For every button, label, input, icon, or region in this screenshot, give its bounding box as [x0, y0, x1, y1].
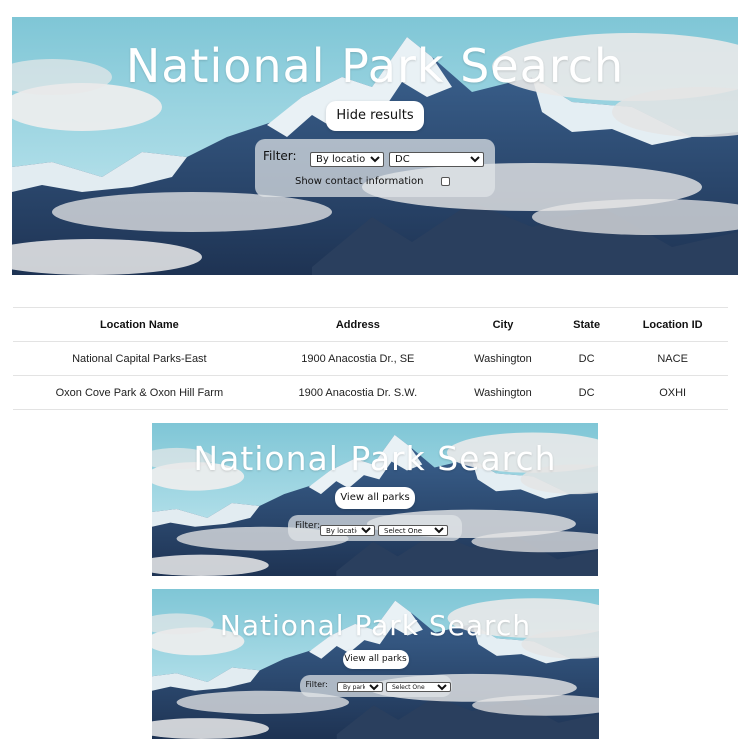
preview-hero-by-location: National Park Search View all parks Filt…	[152, 423, 598, 576]
table-row: National Capital Parks-East 1900 Anacost…	[13, 341, 728, 376]
filter-type-select[interactable]: By park type	[337, 682, 383, 692]
main-hero-banner: National Park Search Hide results Filter…	[12, 17, 738, 275]
filter-panel: Filter: Show contact information	[255, 139, 495, 197]
preview-hero-by-park-type: National Park Search View all parks Filt…	[152, 589, 599, 739]
contact-info-label: Show contact information	[295, 176, 424, 187]
page-title: National Park Search	[125, 39, 625, 93]
cell-city: Washington	[449, 341, 556, 376]
page-title: National Park Search	[193, 439, 557, 478]
view-all-parks-button[interactable]: View all parks	[335, 487, 415, 509]
location-value-select[interactable]: Select One	[378, 525, 448, 536]
cell-location-name: National Capital Parks-East	[13, 341, 266, 376]
filter-label: Filter:	[295, 521, 321, 531]
cell-address: 1900 Anacostia Dr., SE	[265, 341, 450, 376]
cell-location-name: Oxon Cove Park & Oxon Hill Farm	[13, 375, 266, 410]
location-value-select[interactable]: DC	[389, 152, 484, 167]
table-header-row: Location Name Address City State Locatio…	[13, 307, 728, 342]
hide-results-button[interactable]: Hide results	[326, 101, 424, 131]
filter-label: Filter:	[305, 680, 328, 689]
table-row: Oxon Cove Park & Oxon Hill Farm 1900 Ana…	[13, 375, 728, 410]
column-header-location-name: Location Name	[13, 307, 266, 342]
filter-type-select[interactable]: By location:	[320, 525, 375, 536]
cell-state: DC	[555, 341, 618, 376]
cell-address: 1900 Anacostia Dr. S.W.	[265, 375, 450, 410]
column-header-city: City	[449, 307, 556, 342]
cell-location-id: OXHI	[617, 375, 728, 410]
cell-city: Washington	[449, 375, 556, 410]
column-header-location-id: Location ID	[617, 307, 728, 342]
page-title: National Park Search	[219, 609, 532, 642]
view-all-parks-button[interactable]: View all parks	[342, 650, 409, 669]
filter-type-select[interactable]: By location:	[310, 152, 384, 167]
column-header-address: Address	[265, 307, 450, 342]
park-type-value-select[interactable]: Select One	[386, 682, 451, 692]
cell-state: DC	[555, 375, 618, 410]
filter-label: Filter:	[263, 149, 297, 163]
contact-info-checkbox[interactable]	[441, 177, 450, 186]
cell-location-id: NACE	[617, 341, 728, 376]
results-table: Location Name Address City State Locatio…	[13, 307, 728, 410]
column-header-state: State	[555, 307, 618, 342]
